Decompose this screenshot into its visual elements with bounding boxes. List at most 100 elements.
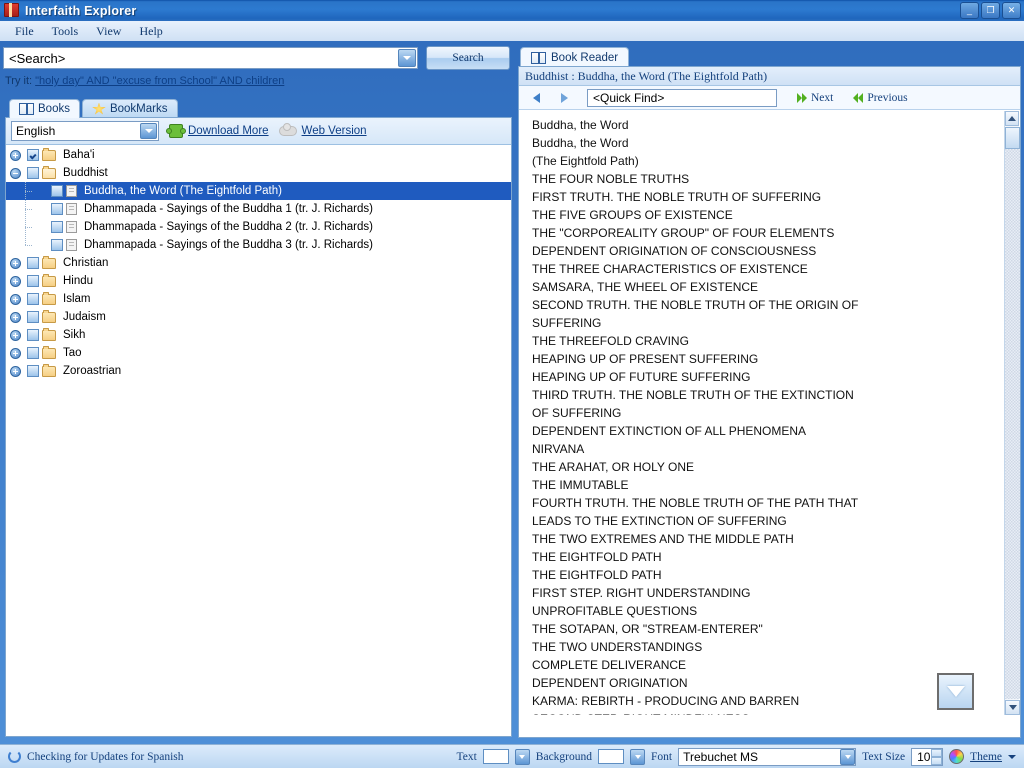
try-it-label: Try it: bbox=[5, 75, 33, 87]
scroll-down-button[interactable] bbox=[1005, 700, 1020, 715]
tree-checkbox[interactable] bbox=[51, 203, 63, 215]
scroll-down-overlay-button[interactable] bbox=[937, 673, 974, 710]
quick-find-field[interactable] bbox=[587, 88, 777, 107]
text-color-dropdown-arrow-icon[interactable] bbox=[514, 748, 530, 765]
tree-item[interactable]: Buddha, the Word (The Eightfold Path) bbox=[6, 182, 511, 200]
menu-bar: File Tools View Help bbox=[0, 21, 1024, 41]
tree-item[interactable]: Sikh bbox=[6, 326, 511, 344]
tree-item[interactable]: Judaism bbox=[6, 308, 511, 326]
search-combo[interactable] bbox=[3, 47, 418, 69]
reader-scrollbar[interactable] bbox=[1004, 111, 1020, 715]
tree-checkbox[interactable] bbox=[27, 293, 39, 305]
tree-item[interactable]: Buddhist bbox=[6, 164, 511, 182]
next-button[interactable]: Next bbox=[797, 92, 833, 104]
quick-find-input[interactable] bbox=[591, 89, 776, 106]
tree-item[interactable]: Dhammapada - Sayings of the Buddha 1 (tr… bbox=[6, 200, 511, 218]
tree-item[interactable]: Baha'i bbox=[6, 146, 511, 164]
tree-item[interactable]: Hindu bbox=[6, 272, 511, 290]
tree-checkbox[interactable] bbox=[27, 149, 39, 161]
tree-item-label: Zoroastrian bbox=[63, 365, 122, 377]
tree-expander-icon[interactable] bbox=[10, 293, 21, 305]
reader-line: THIRD TRUTH. THE NOBLE TRUTH OF THE EXTI… bbox=[532, 388, 854, 402]
menu-item-help[interactable]: Help bbox=[130, 23, 171, 40]
right-panel: Book Reader Buddhist : Buddha, the Word … bbox=[518, 43, 1021, 741]
back-button[interactable] bbox=[525, 88, 547, 108]
tree-expander-icon[interactable] bbox=[10, 149, 21, 161]
tree-checkbox[interactable] bbox=[51, 221, 63, 233]
reader-toolbar: Next Previous bbox=[519, 86, 1020, 110]
theme-button[interactable]: Theme bbox=[970, 751, 1002, 763]
tree-expander-icon[interactable] bbox=[10, 347, 21, 359]
tree-expander-icon[interactable] bbox=[10, 311, 21, 323]
menu-item-tools[interactable]: Tools bbox=[43, 23, 88, 40]
left-tab-strip: Books BookMarks bbox=[9, 98, 178, 118]
scroll-up-button[interactable] bbox=[1005, 111, 1019, 126]
tree-item[interactable]: Dhammapada - Sayings of the Buddha 2 (tr… bbox=[6, 218, 511, 236]
tree-checkbox[interactable] bbox=[27, 329, 39, 341]
tree-expander-icon[interactable] bbox=[10, 365, 21, 377]
tree-item[interactable]: Zoroastrian bbox=[6, 362, 511, 380]
reader-line: COMPLETE DELIVERANCE bbox=[532, 658, 687, 672]
tree-expander-icon[interactable] bbox=[10, 275, 21, 287]
library-tree[interactable]: Baha'i Buddhist Buddha, the Word (The Eigh… bbox=[6, 146, 511, 736]
reader-line: THE EIGHTFOLD PATH bbox=[532, 568, 662, 582]
forward-button[interactable] bbox=[553, 88, 575, 108]
tab-bookmarks[interactable]: BookMarks bbox=[81, 99, 178, 118]
language-dropdown-arrow-icon[interactable] bbox=[140, 123, 157, 139]
search-button[interactable]: Search bbox=[426, 46, 510, 70]
reader-line: THE IMMUTABLE bbox=[532, 478, 629, 492]
tree-checkbox[interactable] bbox=[27, 347, 39, 359]
tree-checkbox[interactable] bbox=[51, 185, 63, 197]
tree-checkbox[interactable] bbox=[27, 167, 39, 179]
tree-connector bbox=[19, 218, 33, 236]
folder-icon bbox=[42, 363, 56, 377]
folder-icon bbox=[42, 309, 56, 323]
tree-checkbox[interactable] bbox=[27, 311, 39, 323]
background-color-dropdown-arrow-icon[interactable] bbox=[630, 748, 646, 765]
close-button[interactable]: ✕ bbox=[1002, 2, 1021, 19]
tree-checkbox[interactable] bbox=[27, 257, 39, 269]
text-color-swatch[interactable] bbox=[482, 749, 509, 764]
font-dropdown-arrow-icon[interactable] bbox=[840, 748, 856, 765]
text-size-spin-arrows-icon[interactable] bbox=[931, 748, 943, 765]
reader-line: KARMA: REBIRTH - PRODUCING AND BARREN bbox=[532, 694, 800, 708]
tree-item[interactable]: Christian bbox=[6, 254, 511, 272]
tree-checkbox[interactable] bbox=[27, 365, 39, 377]
tree-expander-icon[interactable] bbox=[10, 167, 21, 179]
search-dropdown-arrow-icon[interactable] bbox=[398, 49, 416, 67]
web-version-link[interactable]: Web Version bbox=[302, 125, 367, 137]
minimize-button[interactable]: _ bbox=[960, 2, 979, 19]
tab-books[interactable]: Books bbox=[9, 99, 80, 118]
tab-book-reader[interactable]: Book Reader bbox=[520, 47, 630, 67]
menu-item-view[interactable]: View bbox=[87, 23, 130, 40]
scrollbar-track[interactable] bbox=[1005, 149, 1020, 699]
tree-expander-icon[interactable] bbox=[10, 329, 21, 341]
previous-button[interactable]: Previous bbox=[853, 92, 908, 104]
try-it-link[interactable]: "holy day" AND "excuse from School" AND … bbox=[35, 75, 284, 87]
tree-item[interactable]: Dhammapada - Sayings of the Buddha 3 (tr… bbox=[6, 236, 511, 254]
scrollbar-thumb[interactable] bbox=[1005, 127, 1020, 149]
reader-line: Buddha, the Word bbox=[532, 136, 629, 150]
maximize-button[interactable]: ❐ bbox=[981, 2, 1000, 19]
tree-item[interactable]: Tao bbox=[6, 344, 511, 362]
reader-line: (The Eightfold Path) bbox=[532, 154, 639, 168]
reader-line: UNPROFITABLE QUESTIONS bbox=[532, 604, 698, 618]
reader-text[interactable]: Buddha, the Word Buddha, the Word (The Eig… bbox=[520, 111, 1006, 715]
font-select[interactable]: Trebuchet MS bbox=[678, 747, 857, 766]
download-more-link[interactable]: Download More bbox=[188, 125, 269, 137]
tree-item[interactable]: Islam bbox=[6, 290, 511, 308]
tree-checkbox[interactable] bbox=[27, 275, 39, 287]
tree-checkbox[interactable] bbox=[51, 239, 63, 251]
tree-expander-icon[interactable] bbox=[10, 257, 21, 269]
left-panel: Search Try it: "holy day" AND "excuse fr… bbox=[3, 43, 514, 741]
menu-item-file[interactable]: File bbox=[6, 23, 43, 40]
language-select[interactable]: English bbox=[11, 121, 159, 141]
search-input[interactable] bbox=[7, 48, 403, 68]
library-panel: English Download More Web Version Baha'i… bbox=[5, 117, 512, 737]
text-size-stepper[interactable]: 10 bbox=[911, 747, 944, 766]
chevron-down-icon[interactable] bbox=[1008, 754, 1016, 759]
background-color-swatch[interactable] bbox=[598, 749, 625, 764]
tree-item-label: Judaism bbox=[63, 311, 106, 323]
breadcrumb: Buddhist : Buddha, the Word (The Eightfo… bbox=[519, 67, 1020, 86]
reader-line: DEPENDENT ORIGINATION bbox=[532, 676, 688, 690]
